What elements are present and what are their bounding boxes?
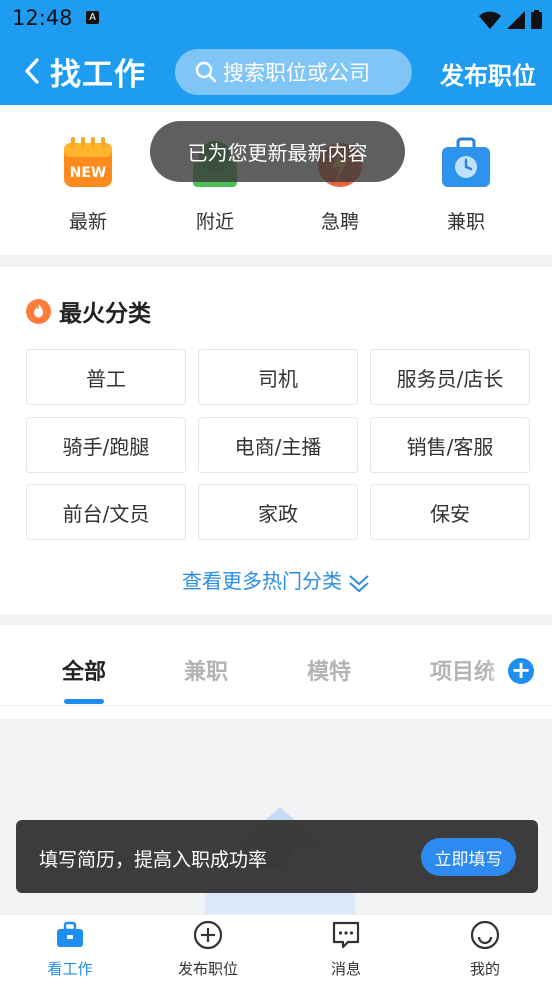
search-icon (195, 61, 217, 83)
nav-label: 消息 (330, 960, 361, 978)
briefcase-clock-icon (442, 137, 490, 187)
status-bar: 12:48 A (0, 0, 552, 40)
nav-item-jobs[interactable]: 看工作 (15, 919, 125, 979)
quick-entry-label: 兼职 (446, 211, 485, 233)
nav-item-publish[interactable]: 发布职位 (153, 919, 263, 979)
refresh-toast: 已为您更新最新内容 (150, 121, 405, 182)
new-badge: NEW (70, 165, 107, 181)
category-button[interactable]: 服务员/店长 (370, 349, 530, 405)
category-button[interactable]: 普工 (26, 349, 186, 405)
quick-entry-label: 急聘 (320, 211, 359, 233)
more-categories-label: 查看更多热门分类 (182, 569, 342, 593)
signal-icon (507, 10, 525, 29)
system-icons (479, 10, 542, 29)
quick-entry-latest[interactable]: NEW 最新 (43, 135, 133, 234)
publish-job-button[interactable]: 发布职位 (440, 56, 536, 91)
tab-project[interactable]: 项目统 (430, 654, 494, 686)
wifi-icon (479, 11, 501, 29)
plus-circle-icon (193, 920, 223, 950)
nav-item-mine[interactable]: 我的 (430, 919, 540, 979)
hot-categories: 最火分类 普工 司机 服务员/店长 骑手/跑腿 电商/主播 销售/客服 前台/文… (0, 267, 552, 614)
search-placeholder: 搜索职位或公司 (223, 61, 370, 85)
search-box[interactable]: 搜索职位或公司 (175, 49, 412, 95)
nav-item-messages[interactable]: 消息 (291, 919, 401, 979)
bottom-nav: 看工作 发布职位 消息 我的 (0, 914, 552, 984)
resume-banner: 填写简历，提高入职成功率 立即填写 (16, 820, 538, 893)
fill-resume-button[interactable]: 立即填写 (421, 838, 516, 876)
quick-entry-parttime[interactable]: 兼职 (421, 135, 511, 234)
section-divider (0, 255, 552, 267)
category-button[interactable]: 前台/文员 (26, 484, 186, 540)
quick-entry-label: 附近 (195, 211, 234, 233)
nav-label: 发布职位 (177, 960, 238, 978)
nav-label: 看工作 (47, 960, 93, 978)
job-tabs: 全部 兼职 模特 项目统 + (0, 625, 552, 706)
notification-badge: A (86, 11, 99, 24)
double-chevron-down-icon (349, 574, 369, 592)
nav-label: 我的 (469, 960, 500, 978)
back-arrow-icon[interactable] (22, 56, 46, 86)
page-title: 找工作 (50, 57, 146, 93)
briefcase-icon (57, 921, 83, 947)
more-categories-link[interactable]: 查看更多热门分类 (0, 565, 552, 594)
category-button[interactable]: 家政 (198, 484, 358, 540)
new-calendar-icon: NEW (64, 137, 112, 187)
active-tab-indicator (64, 699, 104, 704)
hot-title-text: 最火分类 (59, 301, 151, 327)
flame-icon (26, 298, 51, 324)
tab-all[interactable]: 全部 (62, 654, 106, 686)
category-button[interactable]: 保安 (370, 484, 530, 540)
hot-title: 最火分类 (26, 294, 151, 328)
quick-entry-label: 最新 (68, 211, 107, 233)
category-button[interactable]: 骑手/跑腿 (26, 417, 186, 473)
status-time: 12:48 (12, 6, 73, 30)
category-button[interactable]: 电商/主播 (198, 417, 358, 473)
tab-fade (486, 645, 510, 700)
add-tab-icon[interactable]: + (508, 658, 534, 684)
header: 找工作 搜索职位或公司 发布职位 (0, 40, 552, 105)
tab-model[interactable]: 模特 (307, 654, 351, 686)
profile-icon (470, 920, 500, 950)
tab-parttime[interactable]: 兼职 (184, 654, 228, 686)
battery-icon (531, 10, 542, 29)
category-button[interactable]: 销售/客服 (370, 417, 530, 473)
banner-text: 填写简历，提高入职成功率 (39, 849, 268, 871)
category-button[interactable]: 司机 (198, 349, 358, 405)
message-icon (332, 921, 360, 949)
